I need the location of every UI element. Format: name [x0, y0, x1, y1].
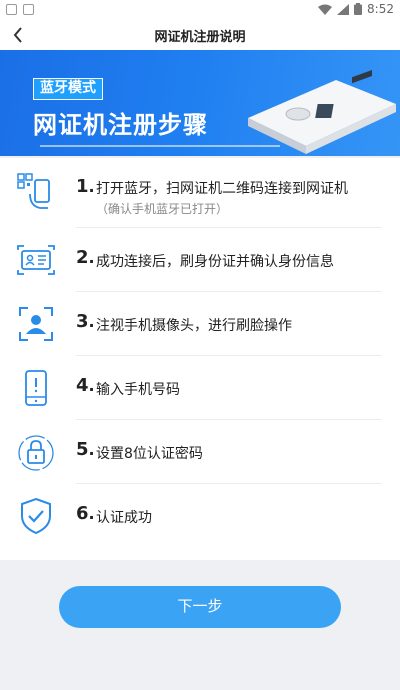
notification-icon: [23, 4, 34, 15]
card-reader-device-icon: [248, 69, 396, 154]
shield-check-icon: [21, 497, 51, 535]
status-bar: 8:52: [0, 0, 400, 20]
next-step-button[interactable]: 下一步: [59, 586, 341, 628]
notification-icon: [6, 4, 17, 15]
step-number: 5.: [76, 439, 95, 460]
step-subtext: （确认手机蓝牙已打开）: [96, 202, 229, 216]
lock-icon: [18, 435, 54, 471]
app-header: 网证机注册说明: [0, 20, 400, 50]
step-item: 1. 打开蓝牙，扫网证机二维码连接到网证机 （确认手机蓝牙已打开）: [0, 158, 400, 228]
step-item: 2. 成功连接后，刷身份证并确认身份信息: [0, 228, 400, 292]
step-text: 认证成功: [96, 510, 152, 526]
step-number: 4.: [76, 375, 95, 396]
step-text: 输入手机号码: [96, 382, 180, 398]
step-number: 6.: [76, 503, 95, 524]
signal-icon: [337, 3, 350, 15]
step-text: 成功连接后，刷身份证并确认身份信息: [96, 254, 334, 270]
face-scan-icon: [19, 307, 53, 341]
step-item: 3. 注视手机摄像头，进行刷脸操作: [0, 292, 400, 356]
step-item: 6. 认证成功: [0, 484, 400, 548]
page-title: 网证机注册说明: [154, 30, 246, 45]
notification-icons: [6, 4, 34, 15]
phone-qr-icon: [17, 173, 50, 209]
step-number: 1.: [76, 176, 95, 197]
id-card-icon: [17, 245, 55, 275]
battery-icon: [354, 3, 363, 15]
step-text: 打开蓝牙，扫网证机二维码连接到网证机: [96, 181, 348, 197]
banner-title: 网证机注册步骤: [33, 111, 208, 139]
step-text: 注视手机摄像头，进行刷脸操作: [96, 318, 292, 334]
status-time: 8:52: [367, 2, 394, 16]
step-number: 3.: [76, 311, 95, 332]
wifi-icon: [318, 4, 333, 15]
step-number: 2.: [76, 247, 95, 268]
mode-badge: 蓝牙模式: [33, 78, 103, 100]
steps-list: 1. 打开蓝牙，扫网证机二维码连接到网证机 （确认手机蓝牙已打开） 2. 成功连…: [0, 158, 400, 560]
step-item: 4. 输入手机号码: [0, 356, 400, 420]
step-item: 5. 设置8位认证密码: [0, 420, 400, 484]
banner: 蓝牙模式 网证机注册步骤: [0, 50, 400, 156]
step-text: 设置8位认证密码: [96, 446, 203, 462]
mobile-phone-icon: [25, 370, 47, 406]
